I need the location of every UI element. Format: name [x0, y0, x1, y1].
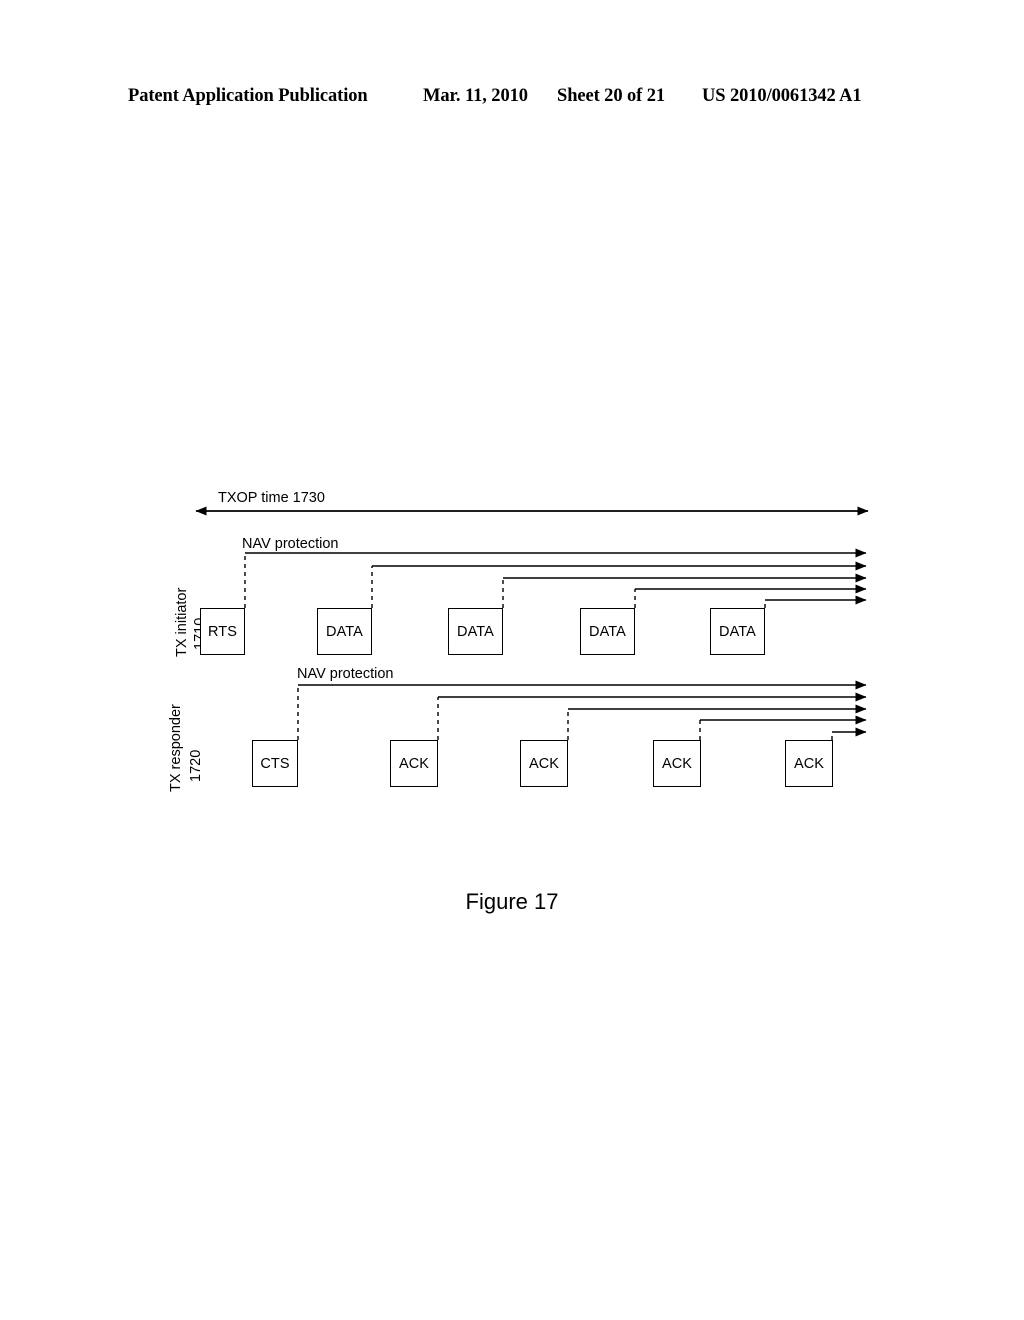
initiator-packet-rts-0: RTS [200, 608, 245, 655]
responder-packet-cts-0: CTS [252, 740, 298, 787]
timing-diagram-canvas [195, 506, 869, 740]
figure-caption: Figure 17 [465, 889, 559, 914]
nav-protection-label-responder: NAV protection [297, 666, 394, 682]
initiator-packet-data-3: DATA [580, 608, 635, 655]
initiator-packet-data-1: DATA [317, 608, 372, 655]
row-label-tx-responder: TX responder [168, 704, 184, 792]
responder-packet-ack-4: ACK [785, 740, 833, 787]
txop-time-label: TXOP time 1730 [218, 490, 325, 506]
responder-packet-ack-3: ACK [653, 740, 701, 787]
responder-packet-ack-1: ACK [390, 740, 438, 787]
responder-packet-ack-2: ACK [520, 740, 568, 787]
initiator-packet-data-4: DATA [710, 608, 765, 655]
row-label-tx-initiator: TX initiator [174, 587, 190, 657]
nav-protection-label-initiator: NAV protection [242, 536, 339, 552]
initiator-packet-data-2: DATA [448, 608, 503, 655]
figure-17-diagram: TXOP time 1730 NAV protection NAV protec… [0, 0, 1024, 1320]
row-label-tx-responder-ref: 1720 [188, 749, 204, 782]
